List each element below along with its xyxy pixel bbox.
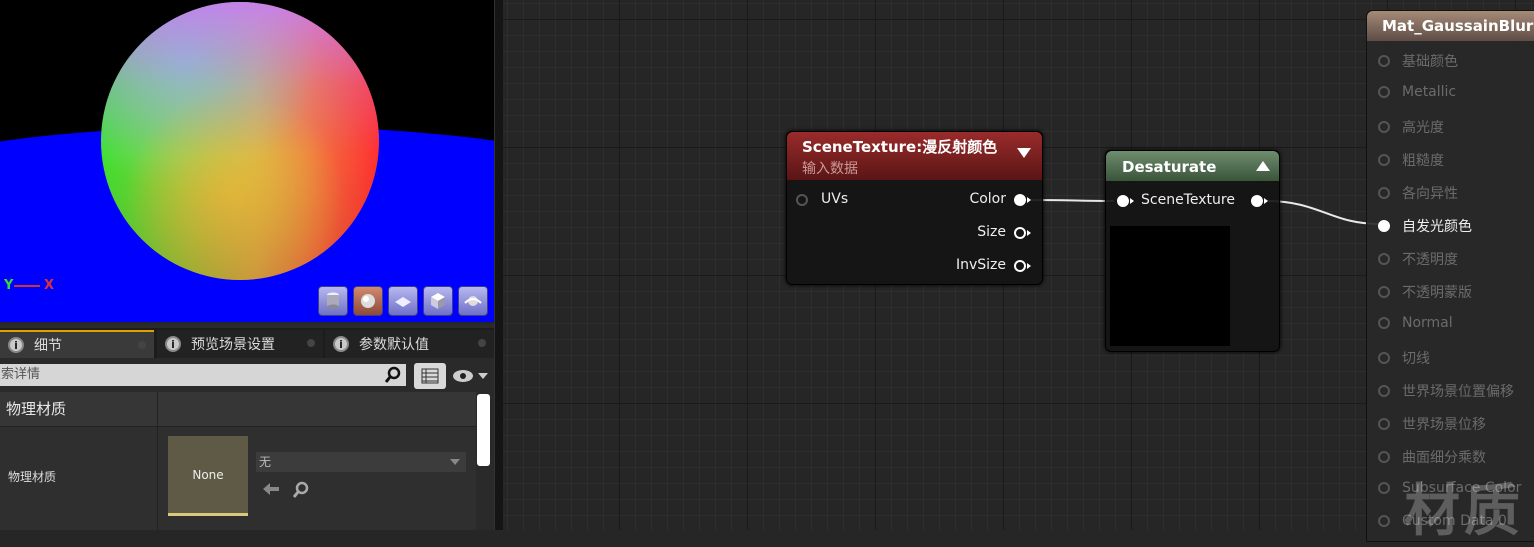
result-input-pin[interactable]	[1378, 385, 1390, 397]
result-input-pin[interactable]	[1378, 55, 1390, 67]
result-input-row[interactable]: 世界场景位移	[1378, 414, 1486, 434]
result-input-label: 切线	[1402, 351, 1430, 367]
result-input-label: 自发光颜色	[1402, 219, 1472, 235]
wire-desaturate-to-emissive	[1265, 200, 1381, 225]
pin-arrow-icon	[1130, 198, 1134, 204]
result-input-pin[interactable]	[1378, 451, 1390, 463]
result-input-row[interactable]: 不透明蒙版	[1378, 282, 1472, 302]
result-input-pin[interactable]	[1378, 286, 1390, 298]
desaturate-input-pin[interactable]	[1117, 195, 1129, 207]
result-node-title: Mat_GaussainBlur	[1367, 11, 1534, 41]
invsize-output-label: InvSize	[955, 257, 1006, 273]
result-input-pin[interactable]	[1378, 154, 1390, 166]
result-input-label: 不透明度	[1402, 252, 1458, 268]
result-input-row[interactable]: 粗糙度	[1378, 150, 1444, 170]
result-input-label: 世界场景位移	[1402, 417, 1486, 433]
desaturate-output-pin[interactable]	[1251, 195, 1263, 207]
result-input-row[interactable]: 不透明度	[1378, 249, 1458, 269]
invsize-output-pin[interactable]	[1014, 260, 1026, 272]
desaturate-title: Desaturate	[1122, 158, 1217, 176]
result-input-label: 世界场景位置偏移	[1402, 384, 1514, 400]
pin-arrow-icon	[1027, 197, 1031, 203]
result-input-row[interactable]: 切线	[1378, 348, 1430, 368]
result-input-label: 高光度	[1402, 120, 1444, 136]
result-input-pin[interactable]	[1378, 482, 1390, 494]
collapse-triangle-icon[interactable]	[1256, 161, 1270, 171]
desaturate-preview-thumbnail	[1110, 226, 1230, 346]
watermark-text: 材质	[1404, 479, 1524, 544]
pin-arrow-icon	[1027, 263, 1031, 269]
result-input-label: 粗糙度	[1402, 153, 1444, 169]
pin-arrow-icon	[1264, 198, 1268, 204]
result-input-row[interactable]: Metallic	[1378, 84, 1456, 100]
color-output-label: Color	[969, 191, 1006, 207]
uvs-input-pin[interactable]	[796, 194, 808, 206]
result-input-label: Metallic	[1402, 84, 1457, 100]
result-input-row[interactable]: 曲面细分乘数	[1378, 447, 1486, 467]
result-input-label: 曲面细分乘数	[1402, 450, 1486, 466]
size-output-pin[interactable]	[1014, 227, 1026, 239]
size-output-label: Size	[977, 224, 1006, 240]
scene-texture-title: SceneTexture:漫反射颜色	[802, 138, 998, 156]
result-input-pin[interactable]	[1378, 317, 1390, 329]
result-input-pin[interactable]	[1378, 515, 1390, 527]
result-input-row[interactable]: 各向异性	[1378, 183, 1458, 203]
result-input-row[interactable]: 基础颜色	[1378, 51, 1458, 71]
result-input-pin[interactable]	[1378, 86, 1390, 98]
result-input-row[interactable]: Normal	[1378, 315, 1453, 331]
result-input-row[interactable]: 高光度	[1378, 117, 1444, 137]
result-input-row[interactable]: 自发光颜色	[1378, 216, 1472, 236]
graph-wires	[1029, 199, 1381, 225]
collapse-triangle-icon[interactable]	[1017, 148, 1031, 158]
desaturate-input-label: SceneTexture	[1141, 192, 1235, 208]
result-input-label: 不透明蒙版	[1402, 285, 1472, 301]
scene-texture-subtitle: 输入数据	[802, 161, 858, 177]
result-input-pin[interactable]	[1378, 253, 1390, 265]
pin-arrow-icon	[1027, 230, 1031, 236]
color-output-pin[interactable]	[1014, 194, 1026, 206]
result-input-row[interactable]: 世界场景位置偏移	[1378, 381, 1514, 401]
result-input-pin[interactable]	[1378, 418, 1390, 430]
uvs-input-label: UVs	[821, 191, 849, 207]
result-input-pin[interactable]	[1378, 220, 1390, 232]
result-input-label: Normal	[1402, 315, 1453, 331]
result-input-pin[interactable]	[1378, 187, 1390, 199]
result-input-label: 基础颜色	[1402, 54, 1458, 70]
result-input-pin[interactable]	[1378, 121, 1390, 133]
result-input-label: 各向异性	[1402, 186, 1458, 202]
result-input-pin[interactable]	[1378, 352, 1390, 364]
